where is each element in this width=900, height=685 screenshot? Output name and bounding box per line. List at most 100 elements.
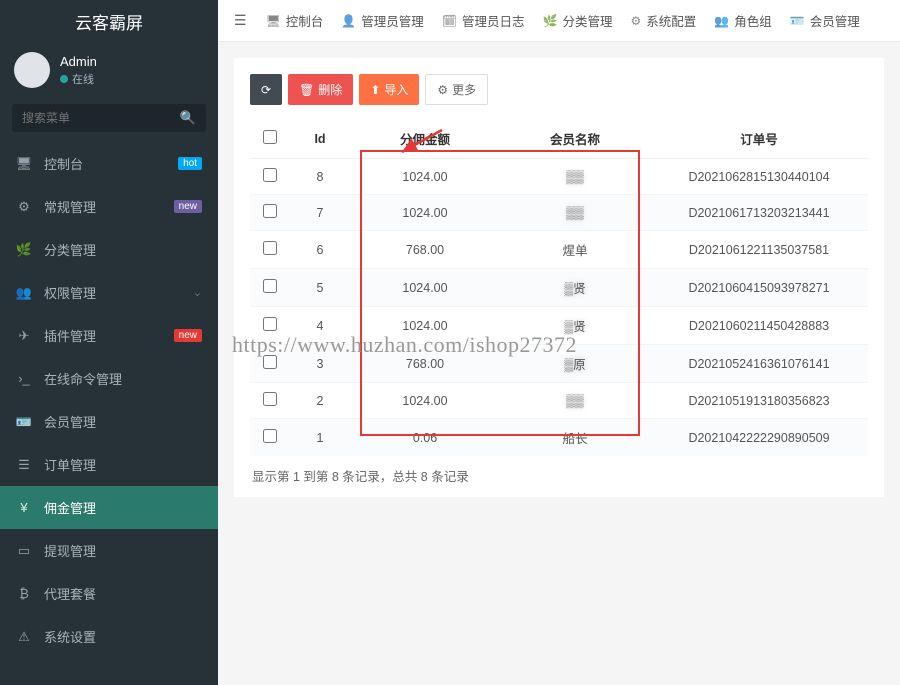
cell-id: 2 [290, 383, 350, 419]
cell-amount: 1024.00 [350, 307, 500, 345]
row-checkbox[interactable] [263, 429, 277, 443]
cell-id: 8 [290, 159, 350, 195]
sidebar-search[interactable]: 🔍 [12, 104, 206, 132]
cell-amount: 0.06 [350, 419, 500, 457]
more-button[interactable]: ⚙更多 [425, 74, 488, 105]
data-table: Id分佣金额会员名称订单号 81024.00▒▒D202106281513044… [250, 119, 868, 456]
topbar: ☰ 🖥控制台👤管理员管理 🗓 管理员日志 🌿分类管理 ⚙ 系统配置 👥角色组🪪会员管理 [218, 0, 900, 42]
sidebar-item-2[interactable]: 🌿分类管理 [0, 228, 218, 271]
upload-icon: ⬆ [370, 83, 380, 97]
table-row: 10.06船长D2021042222290890509 [250, 419, 868, 457]
sidebar-item-11[interactable]: ⚠ 系统设置 [0, 615, 218, 658]
col-header-4[interactable]: 订单号 [650, 119, 868, 159]
nav-icon: 🌿 [16, 242, 32, 258]
row-checkbox[interactable] [263, 241, 277, 255]
nav-label: 佣金管理 [44, 498, 202, 517]
table-row: 71024.00▒▒D2021061713203213441 [250, 195, 868, 231]
table-row: 41024.00▒贤D2021060211450428883 [250, 307, 868, 345]
col-header-3[interactable]: 会员名称 [500, 119, 650, 159]
topnav-label: 会员管理 [810, 11, 860, 30]
cell-order: D2021052416361076141 [650, 345, 868, 383]
sidebar-item-0[interactable]: 🖥控制台hot [0, 142, 218, 185]
row-checkbox[interactable] [263, 392, 277, 406]
cell-order: D2021060415093978271 [650, 269, 868, 307]
col-header-0 [250, 119, 290, 159]
cell-id: 6 [290, 231, 350, 269]
nav-badge: hot [178, 157, 202, 170]
nav-icon: ₿ [16, 586, 32, 601]
cell-id: 3 [290, 345, 350, 383]
sidebar-item-5[interactable]: ›_ 在线命令管理 [0, 357, 218, 400]
cell-order: D2021042222290890509 [650, 419, 868, 457]
sidebar-item-8[interactable]: ¥佣金管理 [0, 486, 218, 529]
sidebar: 云客霸屏 Admin 在线 🔍 🖥控制台hot⚙常规管理new🌿分类管理👥权限管… [0, 0, 218, 685]
sidebar-nav: 🖥控制台hot⚙常规管理new🌿分类管理👥权限管理⌄✈插件管理new ›_ 在线命令… [0, 142, 218, 658]
nav-icon: ⚠ [16, 629, 32, 645]
refresh-button[interactable]: ⟳ [250, 74, 282, 105]
cell-member: ▒贤 [500, 269, 650, 307]
chevron-down-icon: ⌄ [193, 286, 202, 299]
topnav-icon: ⚙ [631, 14, 642, 28]
cell-order: D2021051913180356823 [650, 383, 868, 419]
user-status: 在线 [60, 71, 97, 87]
col-header-2[interactable]: 分佣金额 [350, 119, 500, 159]
topnav-item-1[interactable]: 👤管理员管理 [332, 11, 432, 30]
menu-toggle-icon[interactable]: ☰ [228, 12, 253, 29]
cell-order: D2021062815130440104 [650, 159, 868, 195]
row-checkbox[interactable] [263, 204, 277, 218]
topnav-label: 管理员日志 [462, 11, 525, 30]
topnav-label: 系统配置 [646, 11, 696, 30]
cell-id: 4 [290, 307, 350, 345]
sidebar-item-7[interactable]: ☰ 订单管理 [0, 443, 218, 486]
nav-icon: ☰ [16, 457, 32, 473]
row-checkbox[interactable] [263, 279, 277, 293]
topnav-item-0[interactable]: 🖥控制台 [257, 11, 333, 30]
search-icon: 🔍 [180, 110, 196, 126]
import-button[interactable]: ⬆导入 [359, 74, 419, 105]
nav-badge: new [174, 329, 202, 342]
trash-icon: 🗑 [299, 83, 314, 97]
sidebar-item-1[interactable]: ⚙常规管理new [0, 185, 218, 228]
cell-order: D2021061221135037581 [650, 231, 868, 269]
nav-label: 订单管理 [44, 455, 202, 474]
nav-badge: new [174, 200, 202, 213]
topnav-icon: 🌿 [543, 14, 558, 28]
select-all-checkbox[interactable] [263, 130, 277, 144]
nav-icon: ›_ [16, 371, 32, 386]
sidebar-item-3[interactable]: 👥权限管理⌄ [0, 271, 218, 314]
user-block: Admin 在线 [0, 42, 218, 98]
refresh-icon: ⟳ [261, 83, 271, 97]
topnav-item-6[interactable]: 🪪会员管理 [781, 11, 869, 30]
nav-icon: ▭ [16, 543, 32, 559]
search-input[interactable] [22, 111, 180, 125]
nav-icon: 👥 [16, 285, 32, 301]
toolbar: ⟳ 🗑删除 ⬆导入 ⚙更多 [250, 74, 868, 105]
cell-member: ▒▒ [500, 383, 650, 419]
cell-amount: 768.00 [350, 345, 500, 383]
cell-member: 煋单 [500, 231, 650, 269]
row-checkbox[interactable] [263, 317, 277, 331]
delete-button[interactable]: 🗑删除 [288, 74, 353, 105]
cell-amount: 1024.00 [350, 383, 500, 419]
row-checkbox[interactable] [263, 168, 277, 182]
topnav-item-2[interactable]: 🗓 管理员日志 [433, 11, 534, 30]
topnav-item-4[interactable]: ⚙ 系统配置 [622, 11, 706, 30]
cell-id: 7 [290, 195, 350, 231]
cell-member: ▒▒ [500, 159, 650, 195]
topnav-icon: 🗓 [442, 14, 457, 28]
sidebar-item-4[interactable]: ✈插件管理new [0, 314, 218, 357]
row-checkbox[interactable] [263, 355, 277, 369]
col-header-1[interactable]: Id [290, 119, 350, 159]
sidebar-item-6[interactable]: 🪪会员管理 [0, 400, 218, 443]
topnav-item-5[interactable]: 👥角色组 [705, 11, 780, 30]
sidebar-item-9[interactable]: ▭提现管理 [0, 529, 218, 572]
nav-label: 在线命令管理 [44, 369, 202, 388]
cell-member: ▒贤 [500, 307, 650, 345]
status-dot-icon [60, 75, 68, 83]
sidebar-item-10[interactable]: ₿代理套餐 [0, 572, 218, 615]
nav-label: 系统设置 [44, 627, 202, 646]
cell-order: D2021060211450428883 [650, 307, 868, 345]
pager-info: 显示第 1 到第 8 条记录，总共 8 条记录 [252, 466, 866, 485]
topnav-item-3[interactable]: 🌿分类管理 [534, 11, 622, 30]
topnav-icon: 👥 [714, 14, 729, 28]
